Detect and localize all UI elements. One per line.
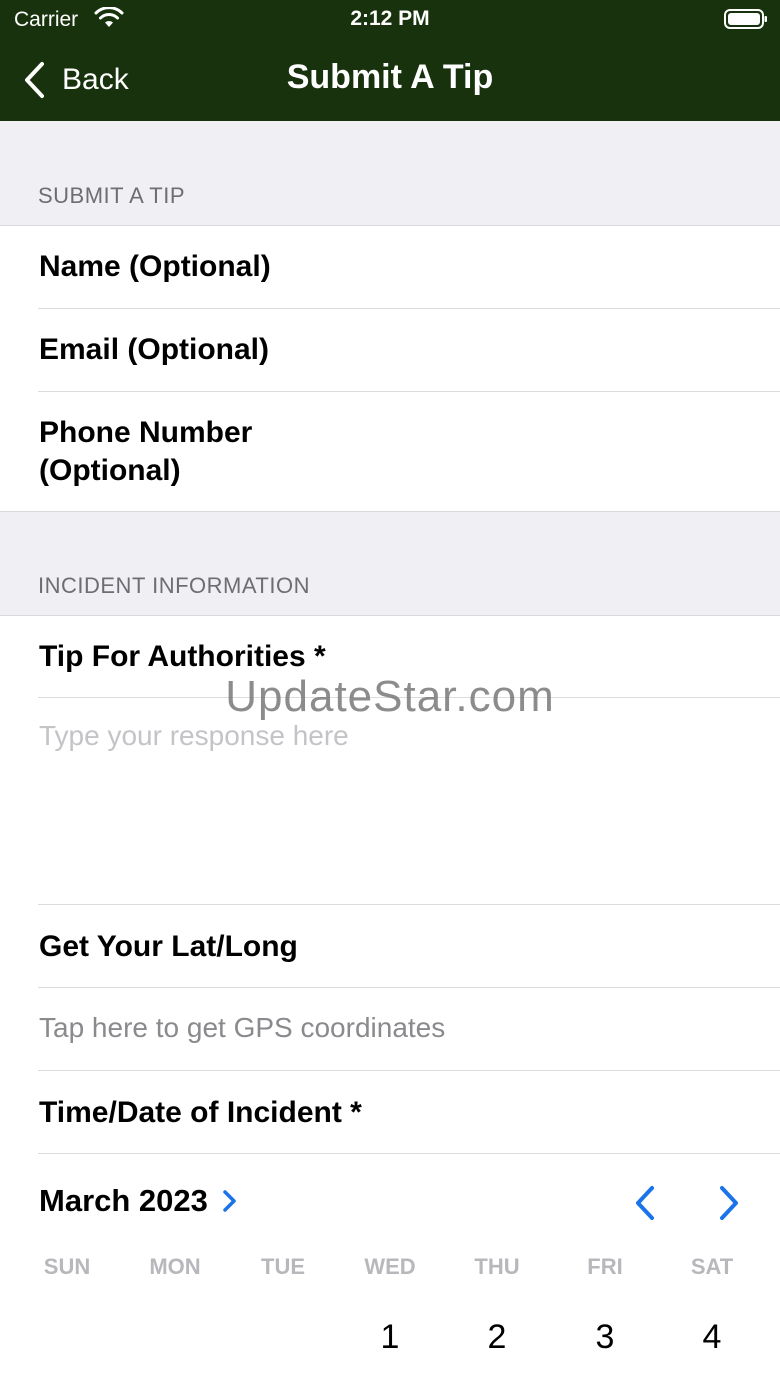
calendar-day[interactable]: 4 bbox=[662, 1318, 762, 1357]
section-header-label: INCIDENT INFORMATION bbox=[38, 573, 310, 598]
gps-coordinates-label: Tap here to get GPS coordinates bbox=[39, 1012, 446, 1043]
chevron-right-icon bbox=[223, 1190, 236, 1212]
weekday-label: SAT bbox=[690, 1254, 734, 1279]
gps-coordinates-button[interactable]: Tap here to get GPS coordinates bbox=[0, 988, 780, 1071]
watermark: UpdateStar.com bbox=[225, 672, 555, 721]
status-bar: Carrier 2:12 PM bbox=[0, 0, 780, 40]
status-time: 2:12 PM bbox=[350, 7, 430, 30]
tip-textarea[interactable]: Type your response here bbox=[0, 698, 780, 905]
phone-field-label-line1: Phone Number bbox=[39, 416, 253, 449]
latlong-label: Get Your Lat/Long bbox=[39, 930, 298, 963]
email-field[interactable]: Email (Optional) bbox=[0, 309, 780, 392]
time-date-label: Time/Date of Incident * bbox=[39, 1096, 362, 1129]
month-year-picker[interactable]: March 2023 bbox=[39, 1183, 238, 1219]
month-year-label: March 2023 bbox=[39, 1183, 208, 1218]
calendar-day[interactable]: 2 bbox=[447, 1318, 547, 1357]
previous-month-button[interactable] bbox=[628, 1184, 662, 1222]
weekday-label: MON bbox=[149, 1254, 201, 1279]
section-header-label: SUBMIT A TIP bbox=[38, 183, 186, 208]
weekday-label: TUE bbox=[261, 1254, 305, 1279]
tip-for-authorities-label: Tip For Authorities * bbox=[39, 640, 326, 673]
calendar-day[interactable]: 3 bbox=[555, 1318, 655, 1357]
section-header-incident: INCIDENT INFORMATION bbox=[0, 511, 780, 616]
battery-icon bbox=[724, 9, 767, 29]
tip-textarea-placeholder: Type your response here bbox=[39, 720, 349, 751]
section-header-submit-tip: SUBMIT A TIP bbox=[0, 121, 780, 226]
next-month-button[interactable] bbox=[712, 1184, 746, 1222]
latlong-row: Get Your Lat/Long bbox=[0, 905, 780, 988]
name-field-label: Name (Optional) bbox=[39, 250, 271, 283]
time-date-row: Time/Date of Incident * bbox=[0, 1071, 780, 1154]
phone-field[interactable]: Phone Number (Optional) bbox=[0, 392, 780, 511]
weekday-label: THU bbox=[474, 1254, 520, 1279]
weekday-label: FRI bbox=[587, 1254, 623, 1279]
email-field-label: Email (Optional) bbox=[39, 333, 270, 366]
calendar-day[interactable]: 1 bbox=[340, 1318, 440, 1357]
weekday-label: WED bbox=[364, 1254, 416, 1279]
phone-field-label-line2: (Optional) bbox=[39, 454, 181, 487]
weekday-label: SUN bbox=[43, 1254, 91, 1279]
row-divider bbox=[38, 1153, 780, 1154]
name-field[interactable]: Name (Optional) bbox=[0, 226, 780, 309]
navigation-bar: Carrier 2:12 PM Back Submit A Tip bbox=[0, 0, 780, 121]
page-title: Submit A Tip bbox=[286, 58, 494, 96]
